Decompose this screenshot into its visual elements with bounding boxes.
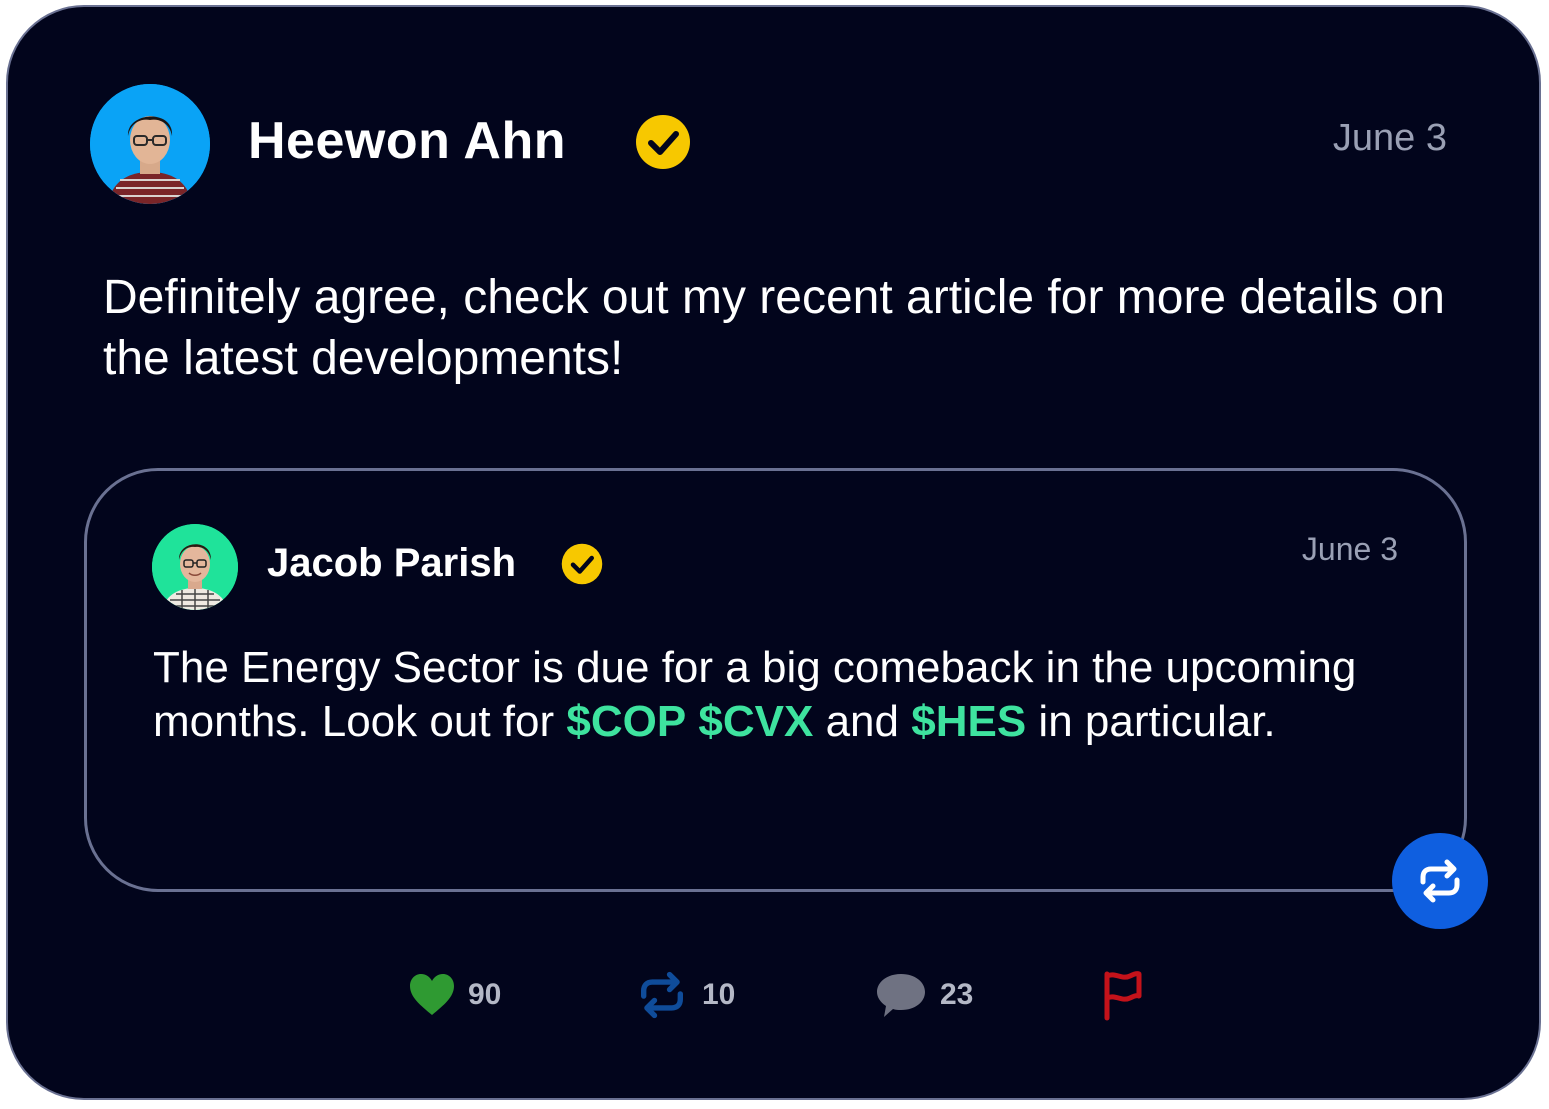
author-name[interactable]: Heewon Ahn (248, 111, 566, 171)
quoted-author-avatar[interactable] (152, 524, 238, 610)
author-avatar-image (90, 84, 210, 204)
flag-icon (1104, 971, 1142, 1021)
comment-bubble-icon (877, 974, 925, 1017)
post-body: Definitely agree, check out my recent ar… (103, 271, 1445, 385)
repost-icon (1420, 859, 1460, 903)
ticker-link-cop[interactable]: $COP (566, 697, 686, 746)
ticker-link-hes[interactable]: $HES (911, 697, 1026, 746)
action-bar: 90 10 23 (8, 965, 1539, 1025)
author-avatar[interactable] (90, 84, 210, 204)
ticker-link-cvx[interactable]: $CVX (698, 697, 813, 746)
repost-icon (641, 971, 683, 1019)
like-button[interactable]: 90 (408, 965, 501, 1025)
post-date: June 3 (1332, 117, 1447, 159)
repost-count: 10 (702, 978, 736, 1011)
verified-check-icon (635, 114, 691, 170)
quoted-author-avatar-image (152, 524, 238, 610)
quoted-post-text (686, 697, 698, 746)
verified-check-icon (561, 543, 603, 585)
quoted-post-body: The Energy Sector is due for a big comeb… (153, 641, 1413, 749)
quoted-post[interactable]: Jacob Parish June 3 The Energy Sector is… (84, 468, 1467, 892)
quoted-post-date: June 3 (1301, 531, 1398, 567)
comment-count: 23 (940, 978, 974, 1011)
quoted-post-text: and (813, 697, 912, 746)
quoted-post-text: in particular. (1026, 697, 1276, 746)
heart-icon (410, 974, 454, 1015)
post-card: Heewon Ahn June 3 Definitely agree, chec… (6, 5, 1541, 1100)
repost-button[interactable]: 10 (634, 965, 735, 1025)
like-count: 90 (468, 978, 502, 1011)
repost-fab-button[interactable] (1392, 833, 1488, 929)
comment-button[interactable]: 23 (874, 965, 973, 1025)
quoted-author-name[interactable]: Jacob Parish (267, 541, 516, 586)
report-button[interactable] (1100, 965, 1144, 1025)
